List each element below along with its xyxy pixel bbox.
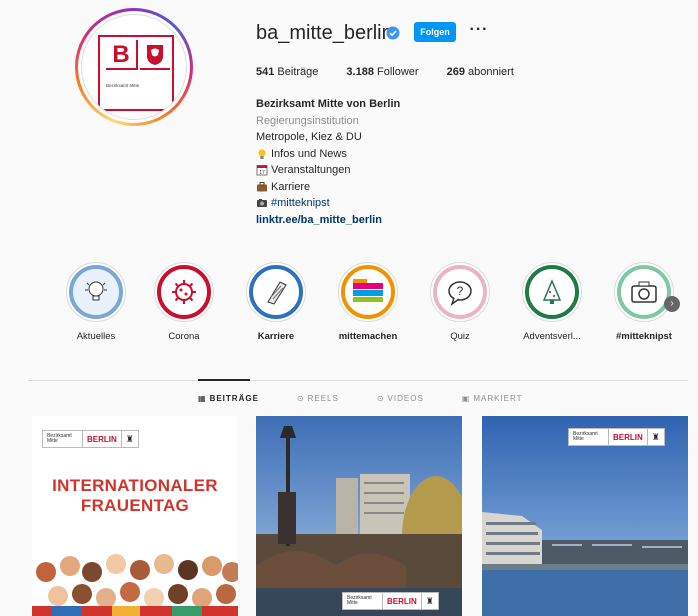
logo-text: Bezirksamt Mitte: [106, 83, 140, 88]
berlin-bear-icon: ♜: [425, 595, 434, 606]
berlin-crest-icon: [140, 40, 170, 70]
highlight-advent[interactable]: Adventsverl...: [514, 262, 590, 342]
lightbulb-icon: [85, 281, 107, 301]
highlight-label: Aktuelles: [76, 331, 116, 342]
highlight-karriere[interactable]: Karriere: [238, 262, 314, 342]
stat-posts: 541 Beiträge: [256, 66, 319, 78]
post-thumbnail-river[interactable]: Bezirksamt Mitte BERLIN ♜: [482, 416, 688, 616]
story-highlights: Aktuelles Corona Karriere mittemachen ? …: [58, 262, 688, 352]
post-logo: Bezirksamt Mitte BERLIN ♜: [342, 592, 439, 610]
reels-icon: ⊙: [296, 394, 305, 403]
lightbulb-icon: [258, 149, 266, 159]
tab-videos[interactable]: ⊙ VIDEOS: [377, 394, 424, 403]
bio-line-news: Infos und News: [256, 146, 496, 163]
crowd-illustration: [32, 554, 238, 616]
avatar[interactable]: B Bezirksamt Mitte: [81, 14, 187, 120]
verified-badge-icon: [386, 26, 400, 40]
tab-divider: [28, 380, 688, 381]
bio-external-link[interactable]: linktr.ee/ba_mitte_berlin: [256, 212, 496, 229]
highlight-quiz[interactable]: ? Quiz: [422, 262, 498, 342]
bio-line-events: 17 Veranstaltungen: [256, 162, 496, 179]
grid-icon: ▦: [198, 394, 207, 403]
tab-reels[interactable]: ⊙ REELS: [297, 394, 339, 403]
camera-icon: [257, 199, 267, 208]
post-logo: Bezirksamt Mitte BERLIN ♜: [568, 428, 665, 446]
post-title: INTERNATIONALER FRAUENTAG: [52, 476, 218, 515]
berlin-bear-icon: ♜: [651, 431, 660, 442]
profile-bio: Bezirksamt Mitte von Berlin Regierungsin…: [256, 96, 496, 228]
question-bubble-icon: ?: [448, 281, 472, 306]
highlight-label: #mitteknipst: [616, 331, 672, 342]
highlight-aktuelles[interactable]: Aktuelles: [58, 262, 134, 342]
stat-followers[interactable]: 3.188 Follower: [346, 66, 418, 78]
bio-name: Bezirksamt Mitte von Berlin: [256, 98, 401, 110]
post-thumbnail-frauentag[interactable]: Bezirksamt Mitte BERLIN ♜ INTERNATIONALE…: [32, 416, 238, 616]
logo-letter: B: [106, 40, 138, 70]
post-logo: Bezirksamt Mitte BERLIN ♜: [42, 430, 139, 448]
follow-button[interactable]: Folgen: [414, 22, 456, 42]
highlights-next-arrow-icon[interactable]: ›: [664, 296, 680, 312]
camera-icon: [631, 281, 657, 303]
paper-roll-icon: [267, 281, 287, 305]
tab-tagged[interactable]: ▣ MARKIERT: [462, 394, 523, 403]
highlight-label: Adventsverl...: [523, 331, 581, 342]
bio-line-careers: Karriere: [256, 179, 496, 196]
profile-stats: 541 Beiträge 3.188 Follower 269 abonnier…: [256, 66, 514, 78]
highlight-label: Karriere: [257, 331, 295, 342]
bio-category: Regierungsinstitution: [256, 114, 359, 127]
berlin-bear-icon: ♜: [125, 433, 134, 444]
active-tab-indicator: [198, 379, 250, 381]
christmas-tree-icon: [542, 279, 562, 304]
profile-username: ba_mitte_berlin: [256, 22, 393, 44]
bridge-photo: [256, 416, 462, 616]
bezirksamt-logo: B Bezirksamt Mitte: [98, 35, 174, 111]
post-thumbnail-bridge[interactable]: Bezirksamt Mitte BERLIN ♜: [256, 416, 462, 616]
bio-line-hashtag: #mitteknipst: [256, 195, 496, 212]
more-options-button[interactable]: ···: [466, 20, 492, 40]
highlight-mittemachen[interactable]: mittemachen: [330, 262, 406, 342]
highlight-label: Quiz: [450, 331, 470, 342]
briefcase-icon: [257, 181, 267, 192]
profile-avatar-ring[interactable]: B Bezirksamt Mitte: [75, 8, 193, 126]
profile-tabs: ▦ BEITRÄGE ⊙ REELS ⊙ VIDEOS ▣ MARKIERT: [198, 394, 561, 403]
virus-icon: [172, 280, 196, 304]
tag-icon: ▣: [461, 394, 471, 403]
bio-hashtag-link[interactable]: #mitteknipst: [271, 195, 330, 212]
svg-text:?: ?: [457, 284, 464, 298]
mittemachen-logo-icon: [353, 279, 383, 302]
highlight-label: mittemachen: [338, 331, 398, 342]
highlight-corona[interactable]: Corona: [146, 262, 222, 342]
bio-line-tagline: Metropole, Kiez & DU: [256, 131, 362, 143]
play-icon: ⊙: [376, 394, 385, 403]
highlight-label: Corona: [168, 331, 200, 342]
stat-following[interactable]: 269 abonniert: [447, 66, 514, 78]
river-photo: [482, 416, 688, 616]
calendar-icon: 17: [256, 165, 268, 176]
tab-posts[interactable]: ▦ BEITRÄGE: [198, 394, 259, 403]
svg-text:17: 17: [259, 170, 265, 176]
